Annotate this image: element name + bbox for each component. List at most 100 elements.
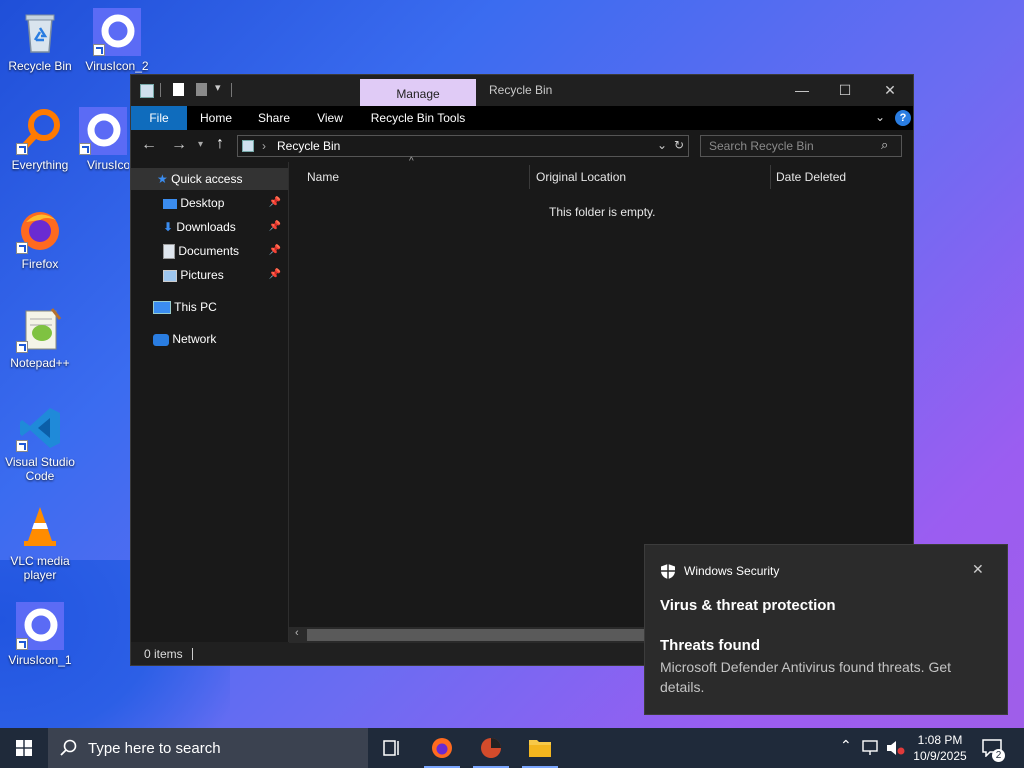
tab-view[interactable]: View <box>305 106 355 130</box>
desktop-icon-vscode[interactable]: Visual Studio Code <box>0 404 80 483</box>
windows-start-icon[interactable] <box>16 740 32 756</box>
forward-arrow-icon[interactable]: → <box>171 136 187 154</box>
nav-item-downloads[interactable]: ⬇ Downloads 📌 <box>163 216 287 238</box>
nav-item-documents[interactable]: Documents 📌 <box>163 240 287 262</box>
toast-body: Microsoft Defender Antivirus found threa… <box>660 659 952 695</box>
item-count: 0 items <box>144 647 183 661</box>
desktop-icon-virusicon-1[interactable]: VirusIcon_1 <box>0 602 80 667</box>
star-icon: ★ <box>157 172 168 186</box>
column-header-name[interactable]: Name <box>307 170 339 184</box>
shortcut-arrow-icon <box>79 143 91 155</box>
scroll-left-icon[interactable]: ‹ <box>295 627 299 639</box>
desktop-icon-virusicon-2[interactable]: VirusIcon_2 <box>77 8 157 73</box>
network-status-icon[interactable] <box>862 740 880 756</box>
task-view-button[interactable] <box>368 728 416 768</box>
toast-app-name: Windows Security <box>684 564 780 578</box>
column-header-original-location[interactable]: Original Location <box>536 170 626 184</box>
help-icon[interactable]: ? <box>895 110 911 126</box>
address-box[interactable]: › Recycle Bin ⌄ ↻ <box>237 135 689 157</box>
desktop-icon-vlc[interactable]: VLC media player <box>0 503 80 582</box>
up-arrow-icon[interactable]: ↑ <box>216 135 224 153</box>
scrollbar-thumb[interactable] <box>307 629 647 641</box>
desktop-icon-label: Firefox <box>21 257 59 271</box>
recycle-bin-small-icon <box>242 140 254 152</box>
new-folder-icon[interactable] <box>196 83 207 96</box>
desktop-icon-label: VirusIcon_2 <box>85 59 149 73</box>
nav-label: Desktop <box>180 196 225 210</box>
nav-item-desktop[interactable]: Desktop 📌 <box>163 192 287 214</box>
desktop-icon-firefox[interactable]: Firefox <box>0 206 80 271</box>
shield-icon <box>661 564 675 579</box>
search-icon: ⌕ <box>881 137 889 152</box>
address-dropdown-icon[interactable]: ⌄ <box>657 138 667 152</box>
minimize-button[interactable]: — <box>786 80 818 100</box>
magnifier-icon <box>16 107 64 155</box>
shortcut-arrow-icon <box>16 242 28 254</box>
tab-home[interactable]: Home <box>191 106 241 130</box>
pin-icon[interactable]: 📌 <box>269 264 281 286</box>
qat-dropdown-icon[interactable]: ▾ <box>215 81 221 94</box>
desktop-icon-label: VLC media player <box>10 554 70 582</box>
recycle-bin-small-icon <box>140 84 154 98</box>
toast-close-button[interactable]: ✕ <box>972 561 984 578</box>
desktop-icon-virusicon[interactable]: VirusIco <box>77 107 129 172</box>
desktop-icon-notepad-plus-plus[interactable]: Notepad++ <box>0 305 80 370</box>
nav-item-this-pc[interactable]: This PC <box>153 296 217 318</box>
vlc-cone-icon <box>16 503 64 551</box>
column-divider[interactable] <box>529 165 530 189</box>
pin-icon[interactable]: 📌 <box>269 240 281 262</box>
refresh-icon[interactable]: ↻ <box>674 138 684 152</box>
vscode-icon <box>16 404 64 452</box>
taskbar-search-box[interactable]: Type here to search <box>48 728 368 768</box>
shortcut-arrow-icon <box>93 44 105 56</box>
desktop-icon-label: Recycle Bin <box>8 59 72 73</box>
qat-separator <box>231 83 232 97</box>
taskbar-firefox[interactable] <box>418 728 466 768</box>
tab-recycle-bin-tools[interactable]: Recycle Bin Tools <box>363 106 473 130</box>
desktop-folder-icon <box>163 198 177 209</box>
nav-label: This PC <box>174 300 217 314</box>
taskbar-search-placeholder: Type here to search <box>88 740 221 757</box>
breadcrumb[interactable]: Recycle Bin <box>277 139 340 153</box>
notification-toast[interactable]: Windows Security ✕ Virus & threat protec… <box>644 544 1008 715</box>
search-input[interactable]: Search Recycle Bin ⌕ <box>700 135 902 157</box>
pin-icon[interactable]: 📌 <box>269 192 281 214</box>
desktop-icon-everything[interactable]: Everything <box>0 107 80 172</box>
tab-manage[interactable]: Manage <box>360 79 476 106</box>
nav-item-quick-access[interactable]: ★ Quick access <box>157 168 242 190</box>
taskbar-file-explorer[interactable] <box>516 728 564 768</box>
title-bar[interactable]: ▾ Manage Recycle Bin — ☐ ✕ <box>131 75 913 106</box>
back-arrow-icon[interactable]: ← <box>141 136 157 154</box>
virus-ring-icon <box>93 8 141 56</box>
properties-icon[interactable] <box>173 83 184 96</box>
volume-muted-icon[interactable] <box>886 740 906 756</box>
recent-locations-icon[interactable]: ▾ <box>198 139 203 150</box>
column-divider[interactable] <box>770 165 771 189</box>
shortcut-arrow-icon <box>16 638 28 650</box>
search-placeholder: Search Recycle Bin <box>709 139 814 153</box>
pin-icon[interactable]: 📌 <box>269 216 281 238</box>
search-icon <box>60 739 77 756</box>
action-center-button[interactable]: 2 <box>978 736 1008 762</box>
nav-item-pictures[interactable]: Pictures 📌 <box>163 264 287 286</box>
clock[interactable]: 1:08 PM 10/9/2025 <box>908 732 972 764</box>
close-button[interactable]: ✕ <box>874 80 906 100</box>
column-header-date-deleted[interactable]: Date Deleted <box>776 170 846 184</box>
desktop-icon-recycle-bin[interactable]: Recycle Bin <box>0 8 80 73</box>
taskbar: Type here to search ⌃ 1:08 PM 10/9/2025 … <box>0 728 1024 768</box>
tab-file[interactable]: File <box>131 106 187 130</box>
maximize-button[interactable]: ☐ <box>829 80 861 100</box>
navigation-pane: ★ Quick access Desktop 📌 ⬇ Downloads 📌 D… <box>131 162 289 642</box>
notepad-plus-plus-icon <box>16 305 64 353</box>
show-hidden-icons-chevron-icon[interactable]: ⌃ <box>840 737 852 754</box>
shortcut-arrow-icon <box>16 341 28 353</box>
nav-label: Network <box>172 332 217 346</box>
qat-separator <box>160 83 161 97</box>
ribbon-tabs: File Home Share View Recycle Bin Tools ⌄… <box>131 106 913 130</box>
taskbar-app[interactable] <box>467 728 515 768</box>
ribbon-expand-icon[interactable]: ⌄ <box>875 110 885 124</box>
nav-item-network[interactable]: Network <box>153 328 216 350</box>
desktop-icon-label: Visual Studio Code <box>5 455 75 483</box>
tab-share[interactable]: Share <box>249 106 299 130</box>
app-sphere-icon <box>481 738 501 758</box>
